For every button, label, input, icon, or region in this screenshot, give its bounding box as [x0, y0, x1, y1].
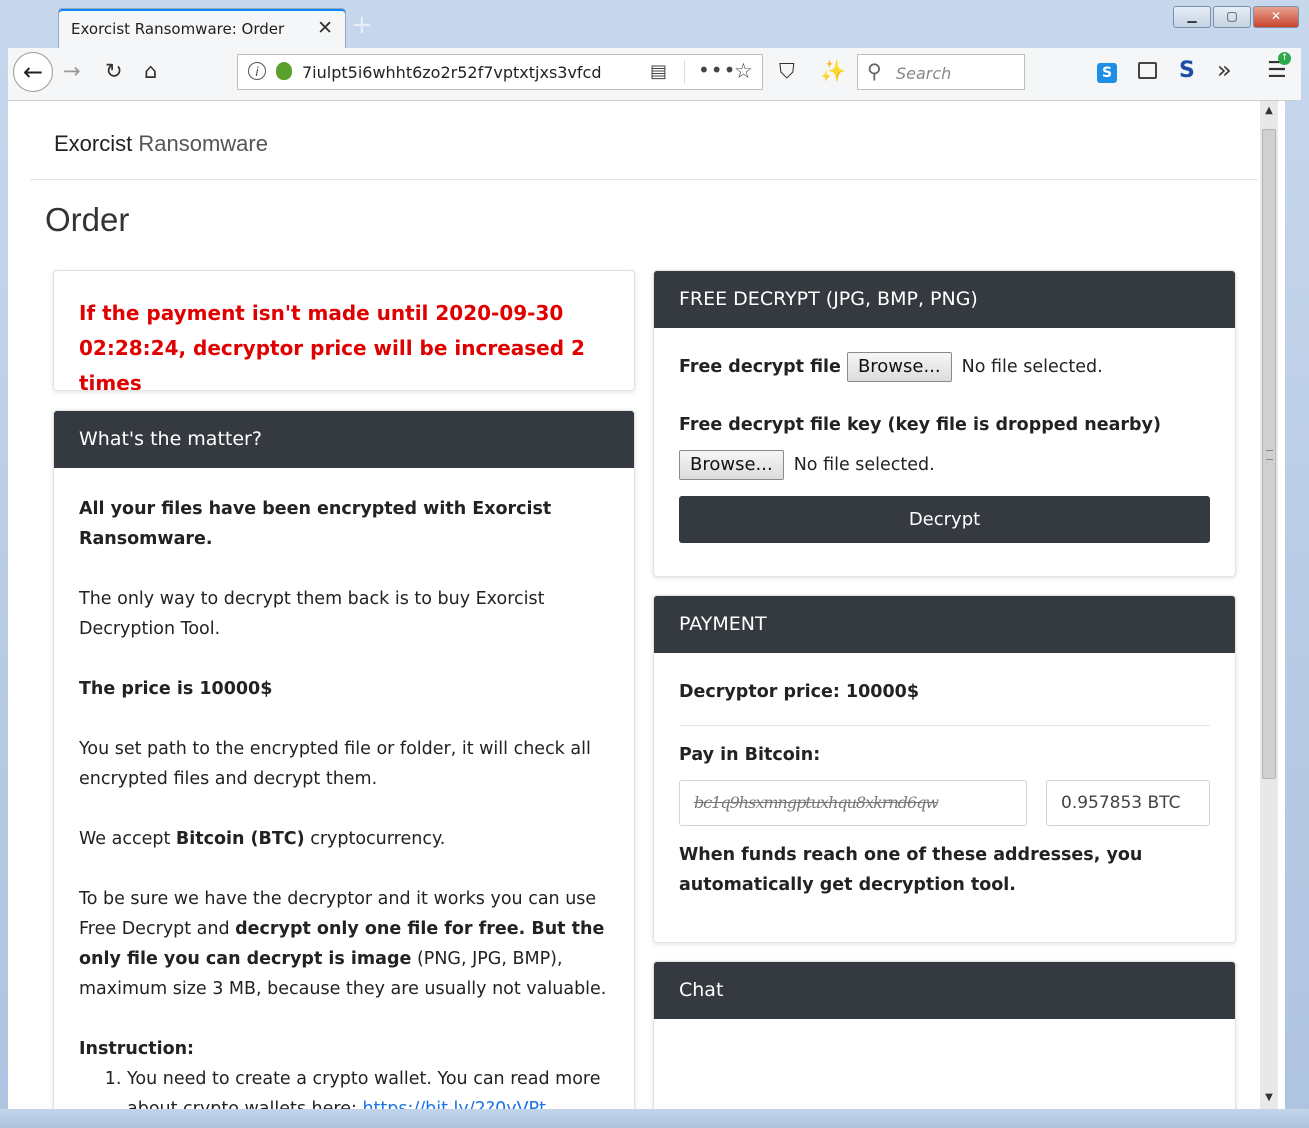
- instruction-step: You need to create a crypto wallet. You …: [127, 1064, 609, 1109]
- scroll-up-icon[interactable]: ▲: [1260, 105, 1278, 116]
- magic-wand-icon[interactable]: ✨: [820, 59, 846, 83]
- matter-p2: The only way to decrypt them back is to …: [79, 589, 545, 639]
- matter-p3: The price is 10000$: [79, 679, 273, 699]
- instruction-label: Instruction:: [79, 1039, 195, 1059]
- decryptor-price: Decryptor price: 10000$: [679, 682, 919, 702]
- matter-p5-pre: We accept: [79, 829, 176, 849]
- tab-strip: Exorcist Ransomware: Order ✕ + ▁ ▢ ✕: [8, 6, 1301, 48]
- decrypt-button[interactable]: Decrypt: [679, 496, 1210, 543]
- page-actions-icon[interactable]: •••: [698, 58, 736, 82]
- close-tab-icon[interactable]: ✕: [317, 17, 333, 39]
- tab-title: Exorcist Ransomware: Order: [71, 20, 285, 38]
- payment-card: PAYMENT Decryptor price: 10000$ Pay in B…: [653, 595, 1236, 943]
- search-input[interactable]: ⚲ Search: [857, 54, 1025, 90]
- brand-light: Ransomware: [138, 131, 268, 156]
- url-text[interactable]: 7iulpt5i6whht6zo2r52f7vptxtjxs3vfcdxxa: [302, 63, 602, 82]
- navigation-toolbar: ← → ↻ ⌂ i 7iulpt5i6whht6zo2r52f7vptxtjxs…: [8, 48, 1301, 101]
- free-decrypt-key-label: Free decrypt file key (key file is dropp…: [679, 415, 1161, 435]
- matter-header: What's the matter?: [54, 411, 634, 468]
- window-bottom-border: [0, 1109, 1309, 1128]
- url-separator: [684, 60, 685, 84]
- payment-header: PAYMENT: [654, 596, 1235, 653]
- instruction-list: You need to create a crypto wallet. You …: [79, 1064, 609, 1109]
- tab-order[interactable]: Exorcist Ransomware: Order ✕: [58, 8, 346, 48]
- free-decrypt-key-status: No file selected.: [793, 455, 935, 475]
- search-icon: ⚲: [867, 59, 882, 83]
- matter-p5-bold: Bitcoin (BTC): [175, 829, 305, 849]
- back-button[interactable]: ←: [13, 52, 53, 92]
- scroll-thumb[interactable]: [1262, 129, 1276, 779]
- reader-view-icon[interactable]: ▤: [650, 61, 667, 82]
- bookmark-star-icon[interactable]: ☆: [734, 59, 753, 83]
- matter-p5: We accept Bitcoin (BTC) cryptocurrency.: [79, 824, 609, 854]
- btc-address-field[interactable]: bc1q9hsxmngptuxhqu8xkrnd6qw: [679, 780, 1027, 826]
- wallet-info-link[interactable]: https://bit.ly/2?0yVPt: [362, 1099, 546, 1109]
- free-decrypt-header: FREE DECRYPT (JPG, BMP, PNG): [654, 271, 1235, 328]
- free-decrypt-card: FREE DECRYPT (JPG, BMP, PNG) Free decryp…: [653, 270, 1236, 577]
- payment-note: When funds reach one of these addresses,…: [679, 845, 1143, 895]
- maximize-button[interactable]: ▢: [1213, 6, 1251, 28]
- brand-bold: Exorcist: [54, 131, 133, 156]
- search-placeholder: Search: [896, 64, 952, 83]
- matter-card: What's the matter? All your files have b…: [53, 410, 635, 1109]
- free-decrypt-key-browse-button[interactable]: Browse...: [679, 450, 784, 480]
- matter-p6: To be sure we have the decryptor and it …: [79, 884, 609, 1004]
- new-tab-button[interactable]: +: [351, 12, 373, 38]
- sidebar-icon[interactable]: [1138, 62, 1157, 79]
- update-badge-icon: ↑: [1278, 52, 1291, 65]
- matter-p4: You set path to the encrypted file or fo…: [79, 739, 591, 789]
- btc-amount-field[interactable]: 0.957853 BTC: [1046, 780, 1210, 826]
- free-decrypt-file-label: Free decrypt file: [679, 357, 841, 377]
- matter-p5-post: cryptocurrency.: [304, 829, 446, 849]
- info-icon[interactable]: i: [248, 62, 266, 80]
- matter-p1: All your files have been encrypted with …: [79, 499, 552, 549]
- site-navbar: Exorcist Ransomware: [30, 101, 1258, 180]
- warning-card: If the payment isn't made until 2020-09-…: [53, 270, 635, 391]
- chat-card: Chat: [653, 961, 1236, 1109]
- overflow-chevron-icon[interactable]: »: [1217, 56, 1232, 84]
- chat-header: Chat: [654, 962, 1235, 1019]
- payment-divider: [679, 725, 1210, 726]
- close-window-button[interactable]: ✕: [1253, 6, 1299, 28]
- free-decrypt-file-status: No file selected.: [961, 357, 1103, 377]
- free-decrypt-browse-button[interactable]: Browse...: [846, 352, 952, 382]
- warning-text: If the payment isn't made until 2020-09-…: [79, 301, 585, 391]
- scroll-down-icon[interactable]: ▼: [1260, 1092, 1278, 1103]
- onion-icon: [276, 62, 292, 80]
- pay-in-bitcoin-label: Pay in Bitcoin:: [679, 745, 821, 765]
- reload-button[interactable]: ↻: [105, 59, 123, 83]
- browser-window: Exorcist Ransomware: Order ✕ + ▁ ▢ ✕ ← →…: [0, 0, 1309, 1128]
- page-viewport: Exorcist Ransomware Order If the payment…: [8, 101, 1285, 1109]
- minimize-button[interactable]: ▁: [1173, 6, 1211, 28]
- vertical-scrollbar[interactable]: ▲ ▼: [1260, 101, 1278, 1109]
- page-title: Order: [45, 201, 130, 238]
- skype-icon[interactable]: S: [1097, 63, 1117, 83]
- address-bar[interactable]: i 7iulpt5i6whht6zo2r52f7vptxtjxs3vfcdxxa…: [237, 54, 763, 90]
- window-controls: ▁ ▢ ✕: [1173, 6, 1299, 28]
- brand-logo[interactable]: Exorcist Ransomware: [54, 131, 268, 157]
- shield-icon[interactable]: ⛉: [779, 59, 795, 83]
- free-decrypt-file-row: Free decrypt file Browse... No file sele…: [679, 352, 1210, 382]
- payment-inputs: bc1q9hsxmngptuxhqu8xkrnd6qw 0.957853 BTC: [679, 780, 1210, 826]
- forward-button[interactable]: →: [63, 59, 81, 83]
- free-decrypt-key-row: Browse... No file selected.: [679, 450, 1210, 480]
- s-extension-icon[interactable]: S: [1179, 58, 1195, 83]
- home-button[interactable]: ⌂: [144, 59, 157, 83]
- scroll-grip: [1266, 450, 1273, 460]
